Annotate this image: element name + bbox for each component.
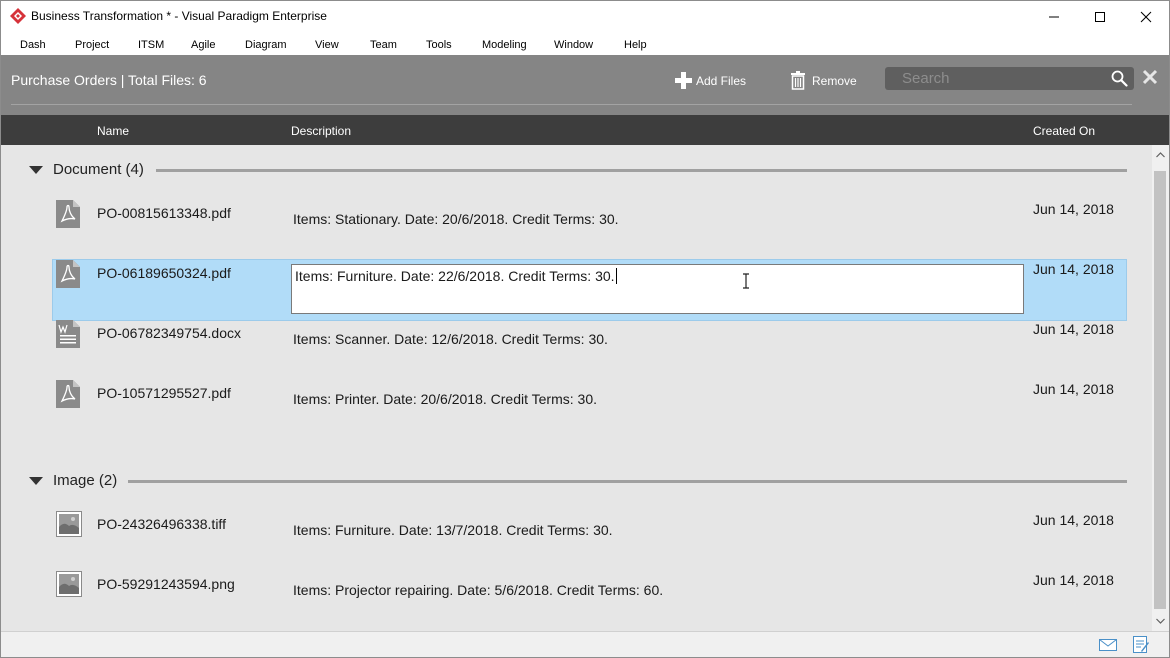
menu-modeling[interactable]: Modeling: [482, 39, 527, 51]
page-header: Purchase Orders | Total Files: 6 Add Fil…: [1, 55, 1169, 115]
image-file-icon: [56, 571, 82, 597]
pdf-file-icon: [56, 260, 80, 288]
group-header-image[interactable]: Image (2): [1, 469, 1152, 493]
menu-window[interactable]: Window: [554, 39, 593, 51]
file-row[interactable]: PO-24326496338.tiff Items: Furniture. Da…: [53, 511, 1126, 571]
minimize-icon: [1049, 16, 1059, 18]
group-label-image: Image (2): [53, 472, 118, 489]
description-edit-value: Items: Furniture. Date: 22/6/2018. Credi…: [295, 268, 615, 284]
search-box: [885, 67, 1134, 90]
description-edit-text[interactable]: Items: Furniture. Date: 22/6/2018. Credi…: [295, 268, 617, 284]
file-row[interactable]: PO-00815613348.pdf Items: Stationary. Da…: [53, 200, 1126, 260]
close-button[interactable]: [1123, 1, 1169, 32]
text-caret: [615, 268, 617, 284]
remove-button[interactable]: Remove: [790, 71, 870, 91]
header-divider: [11, 104, 1132, 105]
file-row[interactable]: PO-10571295527.pdf Items: Printer. Date:…: [53, 380, 1126, 440]
maximize-button[interactable]: [1077, 1, 1123, 32]
add-files-button[interactable]: Add Files: [673, 71, 763, 91]
scroll-up-arrow-icon[interactable]: [1152, 145, 1169, 165]
file-row[interactable]: PO-59291243594.png Items: Projector repa…: [53, 571, 1126, 631]
file-description[interactable]: Items: Scanner. Date: 12/6/2018. Credit …: [293, 331, 608, 347]
note-icon[interactable]: [1133, 636, 1149, 654]
description-edit-field[interactable]: Items: Furniture. Date: 22/6/2018. Credi…: [291, 264, 1024, 314]
collapse-arrow-icon[interactable]: [29, 477, 43, 485]
file-name: PO-59291243594.png: [97, 576, 235, 592]
column-created-on-header[interactable]: Created On: [1033, 124, 1095, 138]
scrollbar-thumb[interactable]: [1154, 171, 1166, 609]
column-header: Name Description Created On: [1, 115, 1169, 145]
menu-team[interactable]: Team: [370, 39, 397, 51]
group-label-document: Document (4): [53, 161, 144, 178]
file-list: Document (4) PO-00815613348.pdf Items: S…: [1, 145, 1152, 631]
close-icon: [1140, 11, 1152, 23]
file-description[interactable]: Items: Projector repairing. Date: 5/6/20…: [293, 582, 663, 598]
clear-search-icon[interactable]: [1142, 69, 1158, 85]
menu-diagram[interactable]: Diagram: [245, 39, 287, 51]
file-row[interactable]: PO-06782349754.docx Items: Scanner. Date…: [53, 320, 1126, 380]
search-input[interactable]: [885, 67, 1100, 90]
menu-bar: Dash Project ITSM Agile Diagram View Tea…: [1, 34, 1169, 55]
file-created-date: Jun 14, 2018: [1033, 201, 1114, 217]
file-description[interactable]: Items: Stationary. Date: 20/6/2018. Cred…: [293, 211, 619, 227]
image-file-icon: [56, 511, 82, 537]
file-name: PO-06189650324.pdf: [97, 265, 231, 281]
menu-help[interactable]: Help: [624, 39, 647, 51]
text-cursor-icon: [743, 273, 749, 289]
file-created-date: Jun 14, 2018: [1033, 381, 1114, 397]
group-divider: [156, 169, 1127, 172]
file-created-date: Jun 14, 2018: [1033, 321, 1114, 337]
pdf-file-icon: [56, 200, 80, 228]
add-files-label: Add Files: [696, 74, 747, 88]
scroll-down-arrow-icon[interactable]: [1152, 611, 1169, 631]
file-row-selected[interactable]: PO-06189650324.pdf Items: Furniture. Dat…: [52, 259, 1127, 321]
file-created-date: Jun 14, 2018: [1033, 572, 1114, 588]
menu-tools[interactable]: Tools: [426, 39, 452, 51]
window-title: Business Transformation * - Visual Parad…: [31, 9, 327, 23]
maximize-icon: [1095, 12, 1105, 22]
pdf-file-icon: [56, 380, 80, 408]
visual-paradigm-logo-icon: [10, 8, 26, 24]
search-icon[interactable]: [1111, 70, 1128, 87]
group-header-document[interactable]: Document (4): [1, 158, 1152, 182]
column-description-header[interactable]: Description: [291, 124, 351, 138]
page-title: Purchase Orders | Total Files: 6: [11, 72, 207, 88]
title-bar: Business Transformation * - Visual Parad…: [1, 1, 1169, 32]
collapse-arrow-icon[interactable]: [29, 166, 43, 174]
file-name: PO-10571295527.pdf: [97, 385, 231, 401]
file-created-date: Jun 14, 2018: [1033, 512, 1114, 528]
trash-icon: [791, 71, 805, 90]
remove-label: Remove: [812, 74, 857, 88]
mail-icon[interactable]: [1099, 639, 1117, 651]
column-name-header[interactable]: Name: [97, 124, 129, 138]
app-window: Business Transformation * - Visual Parad…: [0, 0, 1170, 658]
menu-dash[interactable]: Dash: [20, 39, 46, 51]
minimize-button[interactable]: [1031, 1, 1077, 32]
file-created-date: Jun 14, 2018: [1033, 261, 1114, 277]
menu-agile[interactable]: Agile: [191, 39, 215, 51]
menu-project[interactable]: Project: [75, 39, 109, 51]
menu-itsm[interactable]: ITSM: [138, 39, 164, 51]
plus-icon: [675, 72, 692, 89]
file-name: PO-06782349754.docx: [97, 325, 241, 341]
status-bar: [1, 631, 1169, 657]
file-name: PO-24326496338.tiff: [97, 516, 226, 532]
word-file-icon: [56, 320, 80, 348]
menu-view[interactable]: View: [315, 39, 339, 51]
file-description[interactable]: Items: Furniture. Date: 13/7/2018. Credi…: [293, 522, 613, 538]
group-divider: [128, 480, 1127, 483]
file-name: PO-00815613348.pdf: [97, 205, 231, 221]
file-description[interactable]: Items: Printer. Date: 20/6/2018. Credit …: [293, 391, 597, 407]
vertical-scrollbar[interactable]: [1152, 145, 1169, 631]
